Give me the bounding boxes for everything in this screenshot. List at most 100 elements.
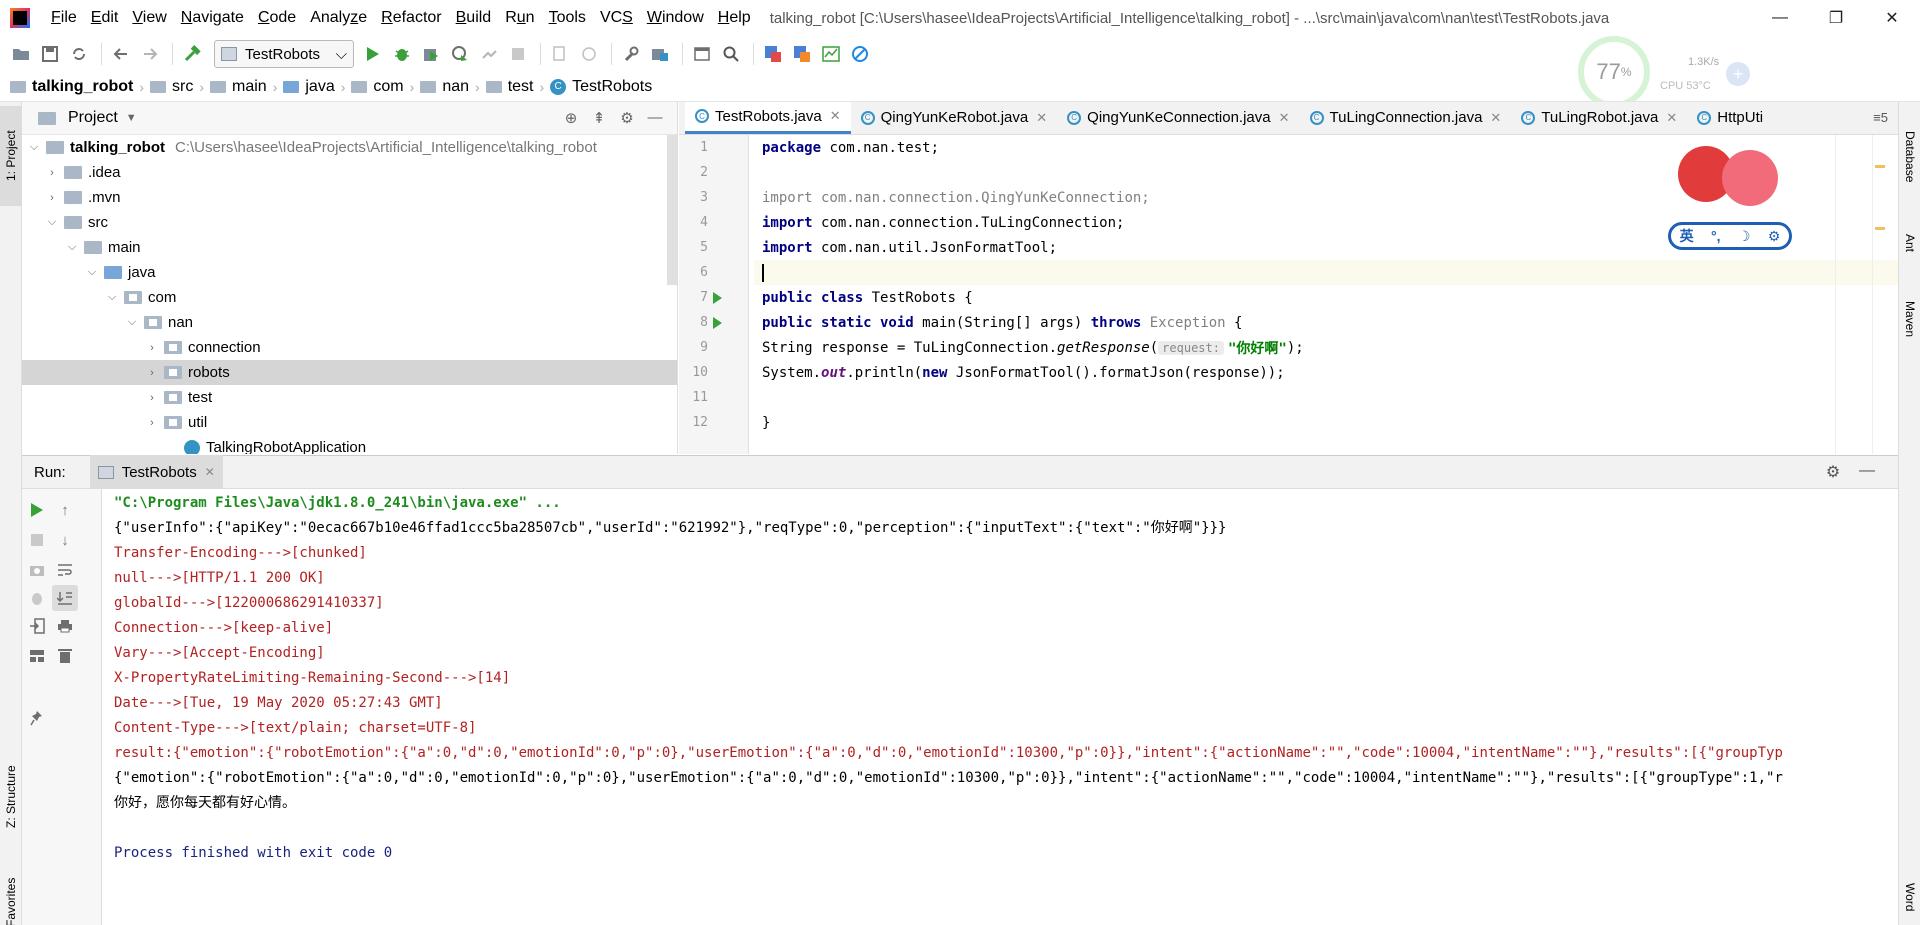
chevron-right-icon[interactable]: ›	[144, 367, 160, 379]
hide-panel-icon[interactable]: —	[641, 109, 669, 127]
project-panel-title[interactable]: Project	[68, 109, 118, 127]
run-tab-testrobots[interactable]: TestRobots ✕	[89, 455, 223, 489]
statistic-chart-icon[interactable]	[818, 41, 844, 67]
arrow-down-icon[interactable]: ↓	[52, 527, 78, 553]
attach-debugger-icon[interactable]	[476, 41, 502, 67]
rerun-icon[interactable]	[24, 497, 50, 523]
menu-refactor[interactable]: Refactor	[374, 9, 448, 27]
moon-icon[interactable]: ☽	[1738, 228, 1751, 245]
editor-tab-tulingconnection[interactable]: C TuLingConnection.java ✕	[1300, 102, 1512, 134]
menu-help[interactable]: Help	[711, 9, 758, 27]
run-console-output[interactable]: "C:\Program Files\Java\jdk1.8.0_241\bin\…	[103, 489, 1898, 925]
breadcrumb-item[interactable]: C TestRobots	[550, 78, 652, 96]
scroll-to-end-icon[interactable]	[52, 585, 78, 611]
gear-icon[interactable]: ⚙	[613, 109, 641, 127]
exit-icon[interactable]	[24, 613, 50, 639]
chevron-right-icon[interactable]: ›	[44, 167, 60, 179]
language-toggle[interactable]: 英	[1680, 226, 1694, 246]
close-icon[interactable]: ✕	[830, 108, 841, 124]
menu-tools[interactable]: Tools	[542, 9, 593, 27]
database-tool-tab[interactable]: Database	[1899, 112, 1920, 202]
menu-vcs[interactable]: VCS	[593, 9, 640, 27]
favorites-tool-tab[interactable]: Favorites	[0, 867, 22, 925]
run-configuration-selector[interactable]: TestRobots ⌵	[214, 40, 354, 68]
layout-icon[interactable]	[24, 643, 50, 669]
editor-tab-httputil[interactable]: C HttpUti	[1687, 102, 1773, 134]
tree-node-java[interactable]: ⌵ java	[22, 260, 677, 285]
menu-file[interactable]: File	[44, 9, 84, 27]
restore-button[interactable]: ❐	[1808, 0, 1864, 36]
close-icon[interactable]: ✕	[205, 465, 215, 479]
breadcrumb-item[interactable]: main	[210, 78, 267, 96]
vcs-icon[interactable]	[576, 41, 602, 67]
tab-overflow-button[interactable]: ≡5	[1863, 102, 1898, 134]
editor-tab-tulingrobot[interactable]: C TuLingRobot.java ✕	[1511, 102, 1687, 134]
error-stripe-marker[interactable]	[1875, 165, 1885, 168]
gear-icon[interactable]: ⚙	[1768, 228, 1781, 245]
run-gutter-icon[interactable]	[713, 316, 722, 329]
update-running-app-icon[interactable]	[547, 41, 573, 67]
back-icon[interactable]	[108, 41, 134, 67]
editor-tab-qingyunkerobot[interactable]: C QingYunKeRobot.java ✕	[851, 102, 1058, 134]
punctuation-toggle[interactable]: °,	[1711, 228, 1721, 244]
close-icon[interactable]: ✕	[1036, 110, 1047, 126]
menu-navigate[interactable]: Navigate	[174, 9, 251, 27]
close-button[interactable]: ✕	[1864, 0, 1920, 36]
camera-icon[interactable]	[24, 557, 50, 583]
chevron-right-icon[interactable]: ›	[144, 392, 160, 404]
tree-node-main[interactable]: ⌵ main	[22, 235, 677, 260]
menu-run[interactable]: Run	[498, 9, 541, 27]
print-icon[interactable]	[52, 613, 78, 639]
tree-node-connection[interactable]: › connection	[22, 335, 677, 360]
debug-settings-icon[interactable]	[24, 585, 50, 611]
tree-node-src[interactable]: ⌵ src	[22, 210, 677, 235]
tree-node-util[interactable]: › util	[22, 410, 677, 435]
minimize-button[interactable]: —	[1752, 0, 1808, 36]
stop-icon[interactable]	[505, 41, 531, 67]
build-hammer-icon[interactable]	[179, 41, 205, 67]
no-entry-icon[interactable]	[847, 41, 873, 67]
hide-panel-icon[interactable]: —	[1850, 462, 1884, 482]
input-method-toolbar[interactable]: 英 °, ☽ ⚙	[1668, 222, 1792, 250]
menu-build[interactable]: Build	[449, 9, 499, 27]
soft-wrap-icon[interactable]	[52, 557, 78, 583]
chevron-down-icon[interactable]: ⌵	[26, 141, 42, 154]
menu-analyze[interactable]: Analyze	[303, 9, 374, 27]
breadcrumb-item[interactable]: test	[485, 78, 533, 96]
profile-icon[interactable]	[447, 41, 473, 67]
pin-icon[interactable]	[24, 705, 50, 731]
editor-tab-qingyunkeconnection[interactable]: C QingYunKeConnection.java ✕	[1057, 102, 1299, 134]
close-icon[interactable]: ✕	[1490, 110, 1501, 126]
chevron-down-icon[interactable]: ⌵	[84, 266, 100, 279]
collapse-all-icon[interactable]: ⇞	[585, 109, 613, 127]
project-tool-tab[interactable]: 1: Project	[0, 106, 22, 206]
translate-replace-icon[interactable]	[789, 41, 815, 67]
run-icon[interactable]	[360, 41, 386, 67]
breadcrumb-item[interactable]: talking_robot	[10, 78, 133, 96]
error-stripe-marker[interactable]	[1875, 227, 1885, 230]
maven-tool-tab[interactable]: Maven	[1899, 284, 1920, 354]
tree-node-mvn[interactable]: › .mvn	[22, 185, 677, 210]
open-folder-icon[interactable]	[8, 41, 34, 67]
forward-icon[interactable]	[137, 41, 163, 67]
editor-tab-testrobots[interactable]: C TestRobots.java ✕	[685, 102, 851, 134]
run-gutter-icon[interactable]	[713, 291, 722, 304]
translate-icon[interactable]	[760, 41, 786, 67]
tree-node-nan[interactable]: ⌵ nan	[22, 310, 677, 335]
menu-window[interactable]: Window	[640, 9, 711, 27]
chevron-down-icon[interactable]: ⌵	[64, 241, 80, 254]
breadcrumb-item[interactable]: java	[283, 78, 335, 96]
stop-icon[interactable]	[24, 527, 50, 553]
trash-icon[interactable]	[52, 643, 78, 669]
chevron-down-icon[interactable]: ⌵	[124, 316, 140, 329]
debug-icon[interactable]	[389, 41, 415, 67]
sync-icon[interactable]	[66, 41, 92, 67]
search-icon[interactable]	[718, 41, 744, 67]
project-scrollbar[interactable]	[667, 135, 677, 285]
close-icon[interactable]: ✕	[1666, 110, 1677, 126]
run-with-coverage-icon[interactable]	[418, 41, 444, 67]
chevron-right-icon[interactable]: ›	[144, 417, 160, 429]
locate-file-icon[interactable]: ⊕	[557, 109, 585, 127]
tree-node-test[interactable]: › test	[22, 385, 677, 410]
word-tool-tab[interactable]: Word	[1899, 870, 1920, 925]
